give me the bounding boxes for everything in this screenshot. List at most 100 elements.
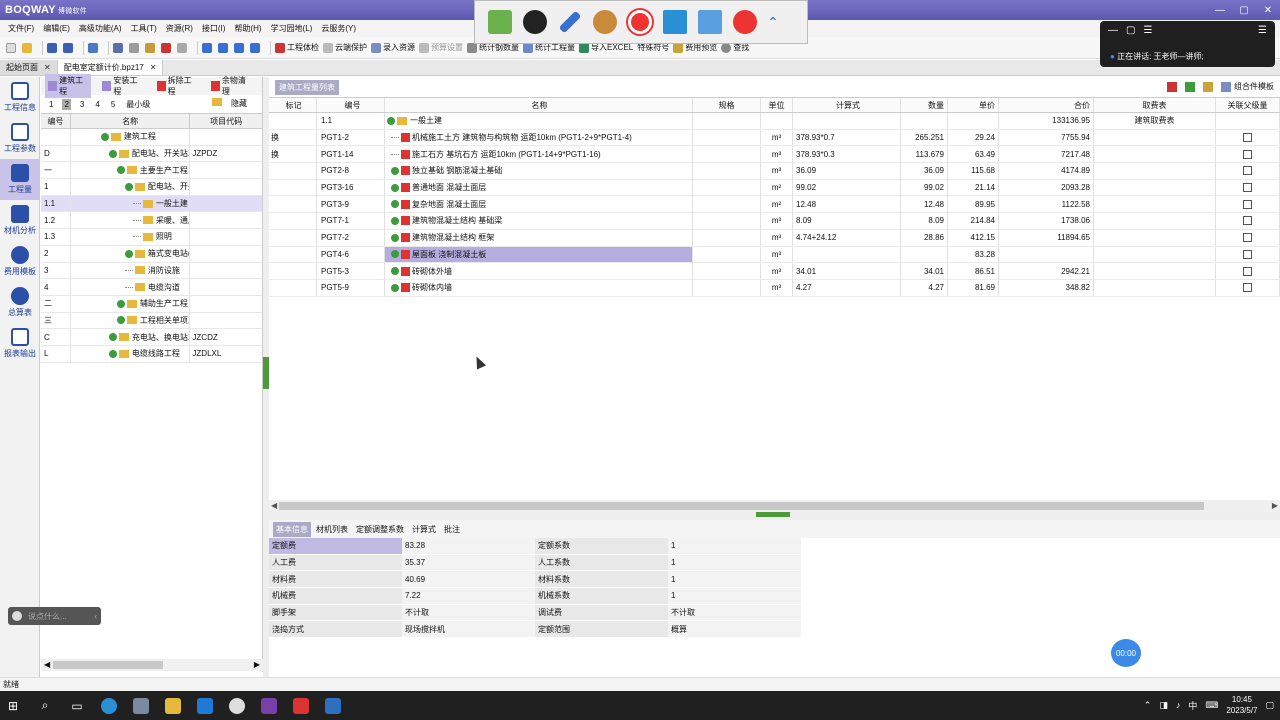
arrow-down-icon[interactable] xyxy=(218,40,230,56)
level-4[interactable]: 4 xyxy=(93,99,101,110)
grid-row[interactable]: PGT7-1 建筑物混凝土结构 基础梁 m³ 8.09 8.09 214.84 173… xyxy=(269,213,1280,230)
template-icon[interactable] xyxy=(1203,81,1213,92)
grid-row[interactable]: 换 PGT1-2 机械施工土方 建筑物与构筑物 运距10km (PGT1-2+9*… xyxy=(269,129,1280,147)
expand-icon[interactable] xyxy=(391,267,399,276)
expand-icon[interactable] xyxy=(124,182,133,191)
grid-row[interactable]: PGT5-3 砖砌体外墙 m³ 34.01 34.01 86.51 2942.21 xyxy=(269,263,1280,280)
undo-icon[interactable] xyxy=(88,40,100,56)
tab-notes[interactable]: 批注 xyxy=(441,522,463,537)
expand-icon[interactable] xyxy=(391,283,399,292)
monitor-dropdown-icon[interactable] xyxy=(695,7,725,37)
switch-icon[interactable] xyxy=(485,7,515,37)
level-2[interactable]: 2 xyxy=(62,98,71,110)
menu-file[interactable]: 文件(F) xyxy=(8,23,34,34)
parent-link-checkbox[interactable] xyxy=(1243,216,1252,226)
tab-quota-adjust[interactable]: 定额调整系数 xyxy=(353,522,407,537)
edge-icon[interactable] xyxy=(96,693,122,719)
tree-row[interactable]: C充电站、换电站工程JZCDZ xyxy=(41,329,262,346)
level-3[interactable]: 3 xyxy=(78,99,86,110)
splitter-grip[interactable] xyxy=(756,512,790,517)
user-icon[interactable] xyxy=(590,7,620,37)
tab-material-list[interactable]: 材机列表 xyxy=(313,522,351,537)
grid-horizontal-scrollbar[interactable]: ◀ ▶ xyxy=(269,500,1280,512)
hide-button[interactable]: 隐藏 xyxy=(212,98,256,109)
grid-row[interactable]: 1.1 一般土建 133136.95 建筑取费表 xyxy=(269,113,1280,130)
pen-icon[interactable] xyxy=(555,7,585,37)
paste-icon[interactable] xyxy=(145,40,157,56)
notification-icon[interactable]: ▢ xyxy=(1265,700,1274,711)
parent-link-checkbox[interactable] xyxy=(1243,133,1252,143)
boqway-app-icon[interactable] xyxy=(320,693,346,719)
nav-cost-template[interactable]: 费用模板 xyxy=(0,241,40,282)
expand-icon[interactable] xyxy=(391,200,399,209)
arrow-up-icon[interactable] xyxy=(202,40,214,56)
scroll-thumb[interactable] xyxy=(53,661,163,669)
tree-row[interactable]: 4 电缆沟道 xyxy=(41,279,262,296)
expand-icon[interactable] xyxy=(391,216,399,225)
copy-icon[interactable] xyxy=(129,40,141,56)
photos-icon[interactable] xyxy=(192,693,218,719)
grid-row[interactable]: PGT2-8 独立基础 钢筋混凝土基础 m³ 36.09 36.09 115.68 4… xyxy=(269,163,1280,180)
camera-icon[interactable] xyxy=(520,7,550,37)
tree-row[interactable]: 一主要生产工程 xyxy=(41,162,262,180)
cut-icon[interactable] xyxy=(113,40,125,56)
nav-total-table[interactable]: 总算表 xyxy=(0,282,40,323)
level-min[interactable]: 最小级 xyxy=(124,98,152,111)
expand-icon[interactable] xyxy=(391,233,399,242)
keyboard-icon[interactable]: ⌨ xyxy=(1205,700,1218,711)
ime-indicator[interactable]: 中 xyxy=(1188,699,1197,712)
scroll-left-icon[interactable]: ◀ xyxy=(44,660,50,669)
menu-edit[interactable]: 编辑(E) xyxy=(43,23,70,34)
clear-icon[interactable] xyxy=(177,40,189,56)
minimize-button[interactable]: — xyxy=(1208,0,1232,20)
tree-row[interactable]: L 电缆线路工程 JZDLXL xyxy=(41,345,262,363)
parent-link-checkbox[interactable] xyxy=(1243,233,1252,243)
expand-icon[interactable] xyxy=(391,250,399,259)
parent-link-checkbox[interactable] xyxy=(1243,283,1252,293)
tree-row[interactable]: 2箱式变电站(环网箱) xyxy=(41,245,262,263)
input-resource-button[interactable]: 录入资源 xyxy=(371,40,415,56)
tab-project-file[interactable]: 配电室定额计价.bpz17 ✕ xyxy=(57,60,164,75)
expand-icon[interactable] xyxy=(124,249,133,258)
grid-row[interactable]: 换 PGT1-14 施工石方 基坑石方 运距10km (PGT1-14+9*PGT… xyxy=(269,146,1280,164)
save-icon[interactable] xyxy=(47,40,59,56)
parent-link-checkbox[interactable] xyxy=(1243,199,1252,209)
nav-report-output[interactable]: 报表输出 xyxy=(0,323,40,364)
component-icon[interactable] xyxy=(1221,81,1231,92)
menu-learning[interactable]: 学习园地(L) xyxy=(271,23,313,34)
close-button[interactable]: ✕ xyxy=(1256,0,1280,20)
budget-settings-button[interactable]: 预算设置 xyxy=(419,40,463,56)
nav-project-info[interactable]: 工程信息 xyxy=(0,77,40,118)
menu-advanced[interactable]: 高级功能(A) xyxy=(79,23,122,34)
expand-icon[interactable] xyxy=(116,316,125,325)
calculator-icon[interactable] xyxy=(128,693,154,719)
open-icon[interactable] xyxy=(22,40,34,56)
stop-icon[interactable] xyxy=(730,7,760,37)
new-icon[interactable] xyxy=(6,40,18,56)
cloud-protect-button[interactable]: 云端保护 xyxy=(323,40,367,56)
tree-row[interactable]: D配电站、开关站工程JZPDZ xyxy=(41,145,262,163)
tab-basic-info[interactable]: 基本信息 xyxy=(273,521,311,537)
file-explorer-icon[interactable] xyxy=(160,693,186,719)
tree-row[interactable]: 1.1 一般土建 xyxy=(41,195,262,213)
grid-row[interactable]: PGT5-9 砖砌体内墙 m³ 4.27 4.27 81.69 348.82 xyxy=(269,279,1280,297)
expand-icon[interactable] xyxy=(116,299,125,308)
parent-link-checkbox[interactable] xyxy=(1243,166,1252,176)
speaker-icon[interactable]: ♪ xyxy=(1176,700,1181,710)
task-view-icon[interactable]: ▭ xyxy=(64,693,90,719)
scroll-right-icon[interactable]: ▶ xyxy=(254,660,260,669)
expand-icon[interactable] xyxy=(387,116,395,125)
expand-icon[interactable] xyxy=(116,166,125,175)
close-icon[interactable]: ✕ xyxy=(150,63,157,72)
windows-start-icon[interactable]: ⊞ xyxy=(0,693,26,719)
expand-icon[interactable] xyxy=(108,349,117,358)
horizontal-splitter[interactable] xyxy=(269,512,1280,520)
tree-row[interactable]: 1.2采暖、通风及空调 xyxy=(41,212,262,230)
close-icon[interactable]: ✕ xyxy=(44,63,51,72)
pw-app-icon[interactable] xyxy=(256,693,282,719)
scroll-right-icon[interactable]: ▶ xyxy=(1272,501,1278,510)
expand-icon[interactable] xyxy=(108,333,117,342)
tree-row[interactable]: 建筑工程 xyxy=(41,129,262,146)
tab-formula[interactable]: 计算式 xyxy=(409,522,439,537)
grid-row-selected[interactable]: PGT4-6 屋面板 浇制混凝土板 m³ 83.28 xyxy=(269,246,1280,264)
